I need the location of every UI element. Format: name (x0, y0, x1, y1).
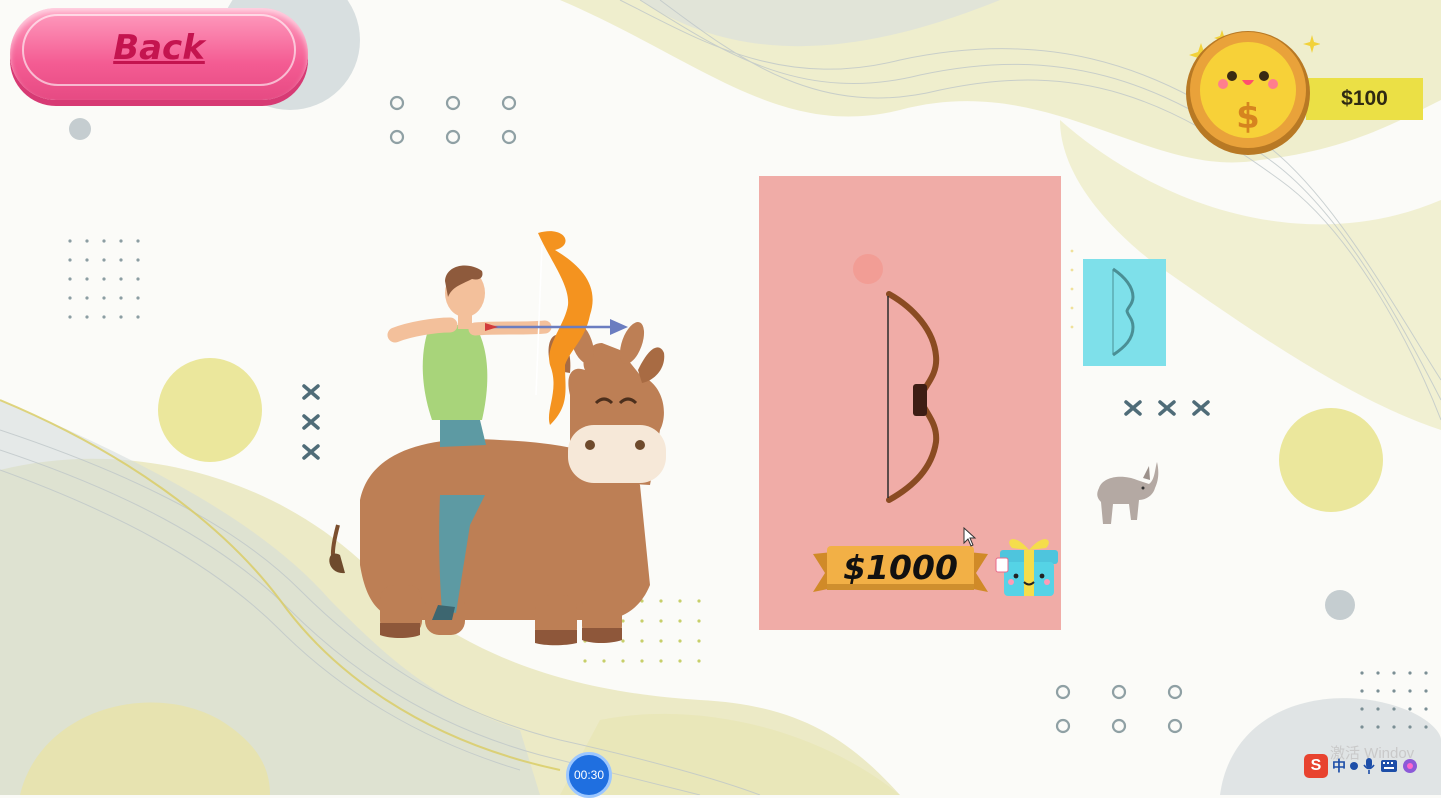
bg-dot (102, 258, 106, 262)
bg-dot (102, 296, 106, 300)
bg-dot (697, 639, 701, 643)
bg-dot-grey-2 (1325, 590, 1355, 620)
archer-on-cow-illustration (329, 231, 666, 646)
timer-badge: 00:30 (566, 752, 612, 798)
balance-bar: $100 (1306, 78, 1423, 120)
bg-dot (1360, 707, 1364, 711)
panel-bubble (853, 254, 883, 284)
bg-dot (68, 296, 72, 300)
coin-dollar-glyph: $ (1236, 97, 1260, 137)
bg-dot (102, 277, 106, 281)
bg-dot (85, 296, 89, 300)
back-button-label: Back (113, 28, 205, 68)
bg-circle-yellow-left (158, 358, 262, 462)
bg-dot (1070, 325, 1074, 329)
bg-dot (85, 239, 89, 243)
bg-dot (1392, 707, 1396, 711)
bg-dot (85, 315, 89, 319)
bg-dot (659, 659, 663, 663)
bg-dot (68, 239, 72, 243)
bg-dot (697, 619, 701, 623)
rhino-icon[interactable] (1093, 458, 1161, 528)
bg-cross-column (302, 384, 320, 460)
bg-dot (1424, 671, 1428, 675)
bg-dot (136, 258, 140, 262)
bg-dot (136, 296, 140, 300)
bg-dot-grid-left (68, 239, 140, 319)
bg-dot (85, 258, 89, 262)
bg-dot (697, 659, 701, 663)
bg-dot (621, 659, 625, 663)
keyboard-icon[interactable] (1380, 759, 1398, 773)
bg-dot (1408, 725, 1412, 729)
bg-dot (1408, 689, 1412, 693)
bg-dot (697, 599, 701, 603)
bg-dot-grey-1 (69, 118, 91, 140)
bg-dot (1070, 306, 1074, 310)
bg-dot (1408, 671, 1412, 675)
bg-dot (68, 315, 72, 319)
cursor-icon (963, 527, 977, 547)
bg-dot (1392, 725, 1396, 729)
bg-dot (1360, 671, 1364, 675)
bg-dot (119, 277, 123, 281)
bg-dot (1070, 287, 1074, 291)
bg-dot (1392, 671, 1396, 675)
bg-dot (1070, 249, 1074, 253)
bg-dot (1360, 725, 1364, 729)
bg-dot (119, 296, 123, 300)
bg-dot (68, 258, 72, 262)
punctuation-icon[interactable] (1350, 762, 1358, 770)
bg-cross-row (1124, 400, 1210, 416)
ime-language[interactable]: 中 (1332, 756, 1346, 776)
bow-icon (886, 291, 940, 503)
bg-dot (1408, 707, 1412, 711)
bg-dot (119, 239, 123, 243)
item-price: $1000 (843, 547, 958, 587)
mic-icon[interactable] (1362, 757, 1376, 775)
bg-dot (1424, 725, 1428, 729)
ime-toolbar[interactable]: S 中 (1304, 752, 1441, 780)
bg-dot (85, 277, 89, 281)
bow-thumbnail[interactable] (1083, 259, 1166, 366)
bg-dot (1376, 707, 1380, 711)
bg-dot (583, 659, 587, 663)
skin-icon[interactable] (1402, 758, 1418, 774)
bg-dot (68, 277, 72, 281)
bg-circle-yellow-right (1279, 408, 1383, 512)
bg-dot (136, 239, 140, 243)
back-button[interactable]: Back (10, 8, 308, 100)
gift-icon[interactable] (994, 530, 1064, 600)
bg-dot (1070, 268, 1074, 272)
bg-dot (1424, 707, 1428, 711)
bg-dot (1424, 689, 1428, 693)
bg-dot (1376, 725, 1380, 729)
coin-icon: $ (1186, 30, 1320, 155)
bg-dot (1360, 689, 1364, 693)
bg-dot (136, 277, 140, 281)
bow-thumbnail-icon (1112, 267, 1135, 357)
bg-ring-grid-top (389, 95, 517, 145)
bg-dot (136, 315, 140, 319)
bg-dot (119, 315, 123, 319)
bg-dot (102, 315, 106, 319)
ime-icon[interactable]: S (1304, 754, 1328, 778)
bg-dot (1392, 689, 1396, 693)
balance-amount: $100 (1341, 87, 1388, 110)
bg-dot (678, 659, 682, 663)
bg-dot (119, 258, 123, 262)
timer-value: 00:30 (573, 768, 605, 782)
bg-dot (602, 659, 606, 663)
bg-dot (1376, 689, 1380, 693)
bg-ring-grid-bottom (1055, 684, 1183, 734)
bg-dot (640, 659, 644, 663)
bg-dot (1376, 671, 1380, 675)
bg-dot (102, 239, 106, 243)
